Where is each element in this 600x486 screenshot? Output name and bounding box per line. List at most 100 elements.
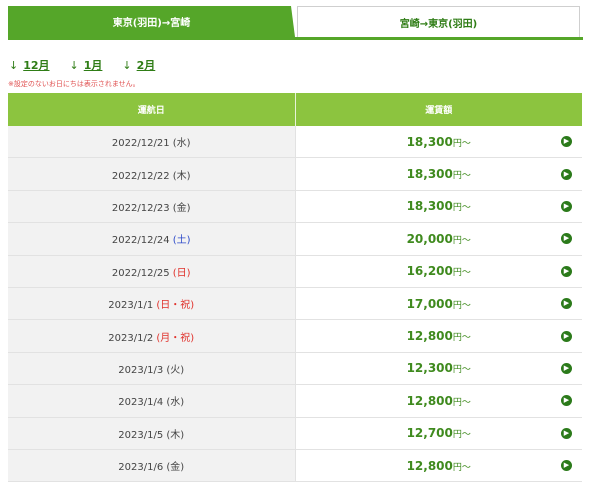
chevron-right-circle-icon[interactable]: ▶ bbox=[561, 298, 572, 310]
chevron-right-circle-icon[interactable]: ▶ bbox=[561, 330, 572, 342]
month-link-january[interactable]: ↓ 1月 bbox=[70, 57, 103, 73]
table-row[interactable]: 2022/12/21 (水) 18,300円〜 ▶ bbox=[8, 126, 582, 159]
chevron-right-circle-icon[interactable]: ▶ bbox=[561, 265, 572, 277]
fare-cell[interactable]: 20,000円〜 ▶ bbox=[295, 222, 582, 256]
chevron-right-circle-icon[interactable]: ▶ bbox=[561, 233, 572, 245]
chevron-right-circle-icon[interactable]: ▶ bbox=[561, 395, 572, 407]
table-row[interactable]: 2023/1/1 (日・祝) 17,000円〜 ▶ bbox=[8, 287, 582, 321]
fare-cell[interactable]: 12,800円〜 ▶ bbox=[295, 384, 582, 418]
tab-tokyo-to-miyazaki[interactable]: 東京(羽田)→宮崎 bbox=[8, 6, 295, 37]
fare-cell[interactable]: 18,300円〜 ▶ bbox=[295, 157, 582, 191]
weekday-label: (水) bbox=[166, 397, 185, 409]
fare-value: 12,300 bbox=[406, 361, 453, 376]
fare-cell[interactable]: 18,300円〜 ▶ bbox=[295, 126, 582, 159]
table-row[interactable]: 2023/1/2 (月・祝) 12,800円〜 ▶ bbox=[8, 319, 582, 353]
table-row[interactable]: 2023/1/5 (木) 12,700円〜 ▶ bbox=[8, 417, 582, 450]
header-flight-date: 運航日 bbox=[8, 93, 296, 126]
fare-cell[interactable]: 12,300円〜 ▶ bbox=[295, 352, 582, 386]
table-row[interactable]: 2023/1/4 (水) 12,800円〜 ▶ bbox=[8, 384, 582, 418]
table-row[interactable]: 2023/1/6 (金) 12,800円〜 ▶ bbox=[8, 449, 582, 483]
chevron-right-circle-icon[interactable]: ▶ bbox=[561, 427, 572, 439]
flight-date-cell: 2022/12/22 (木) bbox=[8, 157, 296, 191]
flight-date-cell: 2023/1/1 (日・祝) bbox=[8, 287, 296, 321]
flight-date: 2022/12/23 bbox=[111, 202, 170, 214]
tab-underline bbox=[8, 37, 583, 40]
chevron-right-circle-icon[interactable]: ▶ bbox=[561, 460, 572, 472]
header-fare: 運賃額 bbox=[295, 93, 582, 126]
fare-cell[interactable]: 18,300円〜 ▶ bbox=[295, 190, 582, 224]
fare-amount: 20,000円〜 bbox=[407, 232, 471, 246]
weekday-label: (金) bbox=[172, 202, 191, 214]
flight-date-cell: 2022/12/25 (日) bbox=[8, 255, 296, 288]
notice-text: ※設定のないお日にちは表示されません。 bbox=[8, 80, 140, 88]
flight-date-cell: 2023/1/5 (木) bbox=[8, 417, 296, 450]
flight-date: 2022/12/21 bbox=[111, 138, 170, 150]
table-row[interactable]: 2022/12/23 (金) 18,300円〜 ▶ bbox=[8, 190, 582, 224]
weekday-label: (火) bbox=[166, 364, 185, 376]
fare-cell[interactable]: 16,200円〜 ▶ bbox=[295, 255, 582, 288]
flight-date-cell: 2023/1/3 (火) bbox=[8, 352, 296, 386]
table-row[interactable]: 2022/12/25 (日) 16,200円〜 ▶ bbox=[8, 255, 582, 288]
fare-cell[interactable]: 12,800円〜 ▶ bbox=[295, 449, 582, 483]
flight-date-cell: 2023/1/2 (月・祝) bbox=[8, 319, 296, 353]
fare-value: 18,300 bbox=[406, 167, 453, 182]
tab-miyazaki-to-tokyo[interactable]: 宮崎→東京(羽田) bbox=[297, 6, 580, 37]
table-row[interactable]: 2022/12/22 (木) 18,300円〜 ▶ bbox=[8, 157, 582, 191]
fare-value: 12,700 bbox=[406, 426, 453, 441]
fare-value: 18,300 bbox=[406, 199, 453, 214]
fare-amount: 12,300円〜 bbox=[407, 361, 471, 375]
down-arrow-icon: ↓ bbox=[69, 59, 79, 72]
flight-date-cell: 2022/12/24 (土) bbox=[8, 222, 296, 256]
chevron-right-circle-icon[interactable]: ▶ bbox=[561, 200, 572, 212]
flight-date: 2023/1/1 bbox=[108, 300, 154, 312]
fare-value: 20,000 bbox=[406, 231, 453, 246]
fare-value: 12,800 bbox=[406, 393, 453, 408]
fare-suffix: 円〜 bbox=[452, 268, 471, 279]
flight-date: 2023/1/6 bbox=[118, 462, 164, 474]
month-jump-links: ↓ 12月 ↓ 1月 ↓ 2月 bbox=[9, 57, 155, 73]
month-link-february[interactable]: ↓ 2月 bbox=[122, 57, 155, 73]
flight-date: 2022/12/22 bbox=[111, 170, 170, 182]
chevron-right-circle-icon[interactable]: ▶ bbox=[561, 168, 572, 180]
table-header-row: 運航日 運賃額 bbox=[8, 93, 582, 126]
flight-date-cell: 2022/12/23 (金) bbox=[8, 190, 296, 224]
chevron-right-circle-icon[interactable]: ▶ bbox=[561, 136, 572, 148]
table-row[interactable]: 2023/1/3 (火) 12,300円〜 ▶ bbox=[8, 352, 582, 386]
fare-suffix: 円〜 bbox=[452, 397, 471, 408]
month-link-december[interactable]: ↓ 12月 bbox=[9, 57, 50, 73]
fare-suffix: 円〜 bbox=[452, 300, 471, 311]
fare-suffix: 円〜 bbox=[452, 462, 471, 473]
fare-suffix: 円〜 bbox=[452, 235, 471, 246]
chevron-right-circle-icon[interactable]: ▶ bbox=[561, 362, 572, 374]
flight-date: 2023/1/5 bbox=[118, 429, 164, 441]
flight-date-cell: 2023/1/4 (水) bbox=[8, 384, 296, 418]
weekday-label: (月・祝) bbox=[156, 332, 195, 344]
fare-amount: 12,800円〜 bbox=[407, 394, 471, 408]
fare-value: 12,800 bbox=[406, 329, 453, 344]
flight-date: 2022/12/24 bbox=[111, 235, 170, 247]
down-arrow-icon: ↓ bbox=[122, 59, 132, 72]
weekday-label: (水) bbox=[172, 138, 191, 150]
tab-label: 宮崎→東京(羽田) bbox=[399, 18, 478, 30]
fare-cell[interactable]: 12,800円〜 ▶ bbox=[295, 319, 582, 353]
fare-amount: 12,700円〜 bbox=[407, 426, 471, 440]
weekday-label: (木) bbox=[166, 429, 185, 441]
table-row[interactable]: 2022/12/24 (土) 20,000円〜 ▶ bbox=[8, 222, 582, 256]
flight-date: 2023/1/3 bbox=[118, 364, 164, 376]
flight-date-cell: 2022/12/21 (水) bbox=[8, 126, 296, 159]
weekday-label: (日) bbox=[172, 267, 191, 279]
fare-value: 18,300 bbox=[406, 134, 453, 149]
fare-cell[interactable]: 12,700円〜 ▶ bbox=[295, 417, 582, 450]
down-arrow-icon: ↓ bbox=[9, 59, 19, 72]
fare-suffix: 円〜 bbox=[452, 203, 471, 214]
weekday-label: (土) bbox=[172, 235, 191, 247]
fare-cell[interactable]: 17,000円〜 ▶ bbox=[295, 287, 582, 321]
fare-suffix: 円〜 bbox=[452, 171, 471, 182]
fare-suffix: 円〜 bbox=[452, 333, 471, 344]
fare-value: 17,000 bbox=[406, 296, 453, 311]
fare-amount: 17,000円〜 bbox=[407, 297, 471, 311]
fare-value: 16,200 bbox=[406, 264, 453, 279]
route-tabs: 東京(羽田)→宮崎 宮崎→東京(羽田) bbox=[8, 6, 583, 39]
fare-suffix: 円〜 bbox=[452, 138, 471, 149]
fare-amount: 12,800円〜 bbox=[407, 459, 471, 473]
